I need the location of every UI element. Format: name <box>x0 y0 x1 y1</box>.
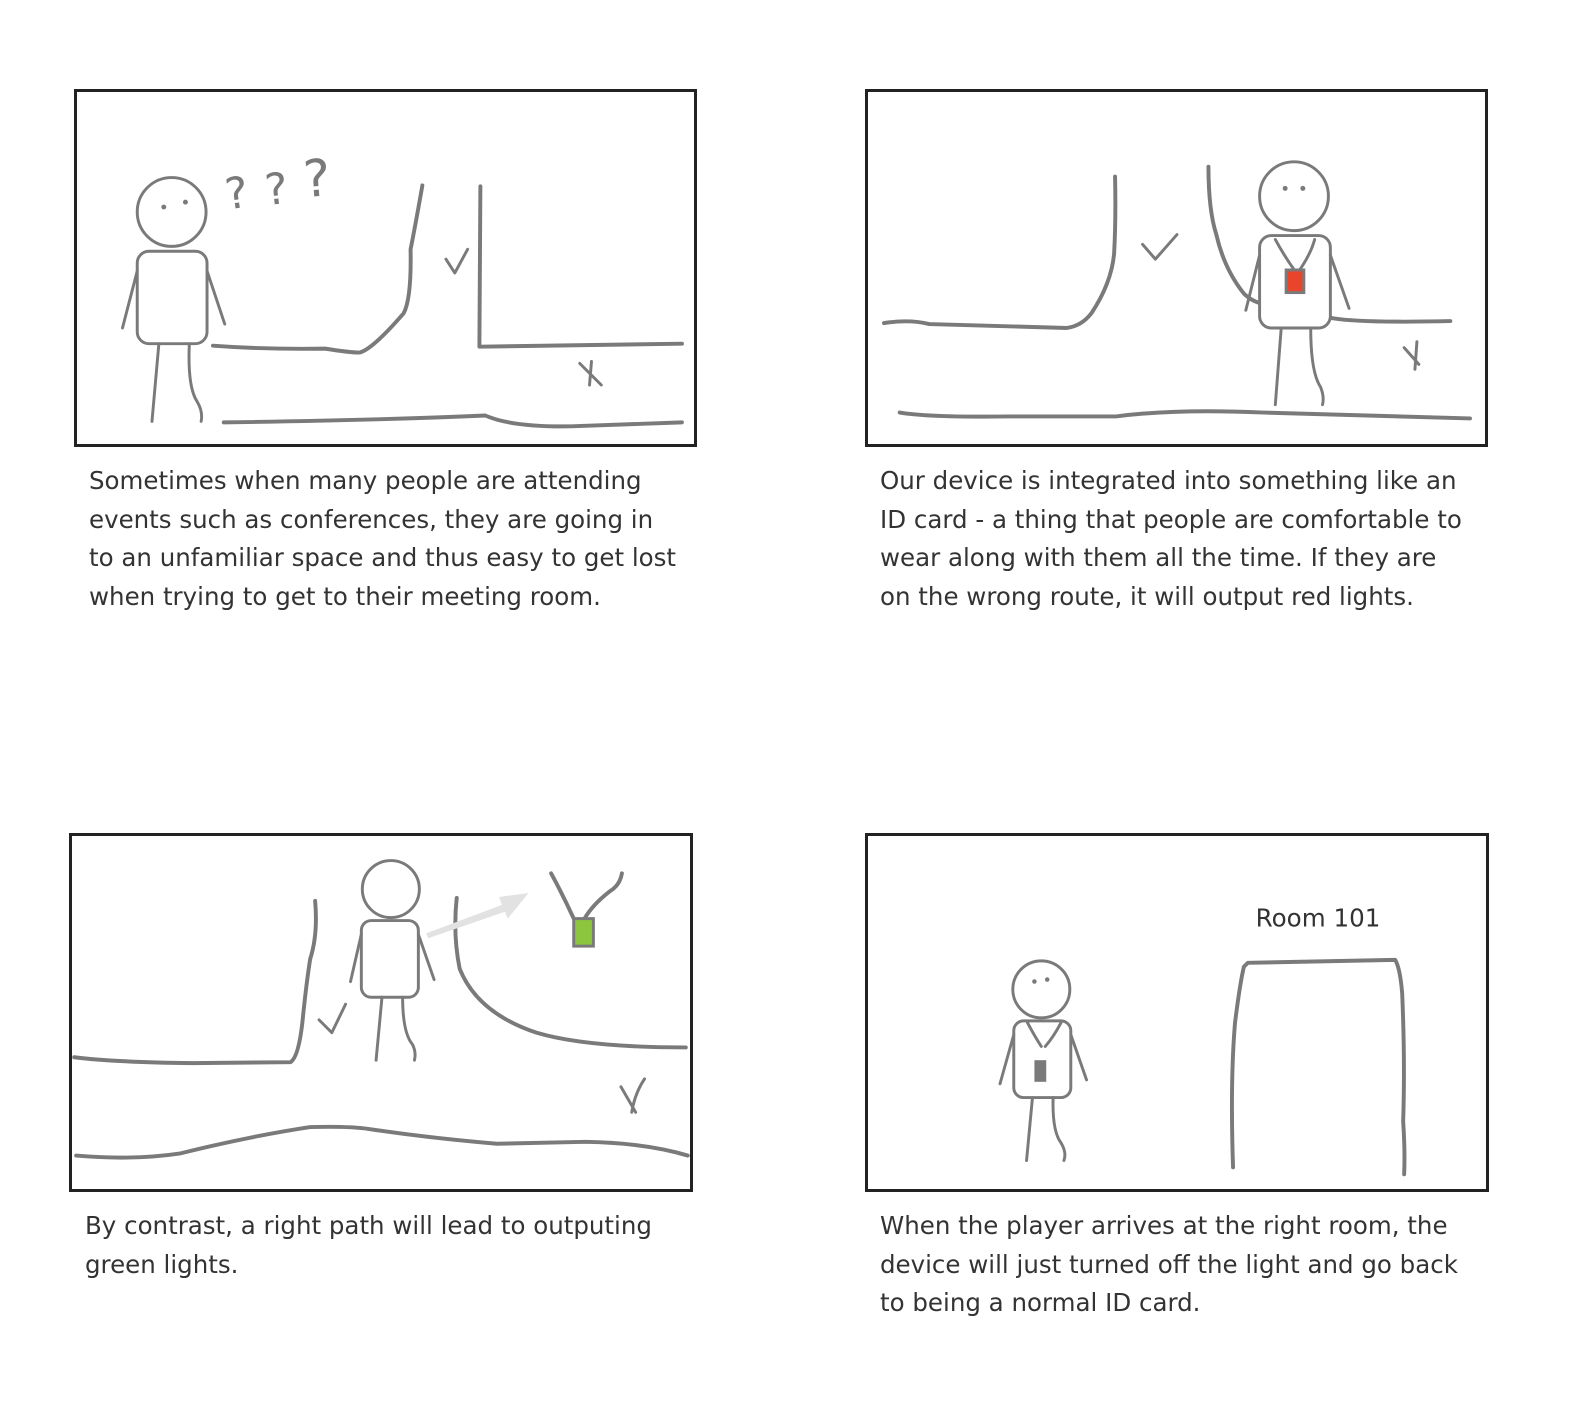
panel-4-sketch: Room 101 <box>998 903 1407 1177</box>
check-mark-icon <box>317 1002 348 1035</box>
cross-mark-icon <box>578 359 603 387</box>
green-light-badge <box>572 917 595 948</box>
caption-line: to an unfamiliar space and thus easy to … <box>89 543 677 573</box>
caption-line: when trying to get to their meeting room… <box>89 582 601 612</box>
caption-line: wear along with them all the time. If th… <box>880 543 1437 573</box>
caption-line: device will just turned off the light an… <box>880 1249 1458 1279</box>
green-id-card <box>549 871 624 948</box>
corridor-lower <box>221 413 684 429</box>
zoom-arrow-icon <box>426 893 529 939</box>
person-with-id-card <box>1244 160 1351 407</box>
question-mark-3: ? <box>301 149 332 210</box>
confused-person <box>121 176 227 423</box>
panel-2-sketch <box>882 160 1472 421</box>
person-arrived <box>998 959 1089 1162</box>
storyboard-panel-4: Room 101 <box>865 833 1489 1192</box>
check-mark-icon <box>1141 233 1179 261</box>
panel-4-caption: When the player arrives at the right roo… <box>880 1207 1458 1323</box>
corridor-lower <box>897 409 1472 421</box>
cross-mark-icon <box>1402 340 1421 371</box>
corridor-upper-left <box>72 898 318 1066</box>
lanyard <box>1026 1021 1063 1048</box>
corridor-upper-left <box>882 174 1118 330</box>
storyboard-panel-2 <box>865 89 1488 447</box>
panel-3-caption: By contrast, a right path will lead to o… <box>85 1207 652 1284</box>
red-light-badge <box>1284 268 1306 295</box>
caption-line: to being a normal ID card. <box>880 1288 1201 1318</box>
corridor-lower <box>74 1124 690 1160</box>
corridor-upper-right <box>477 184 684 349</box>
panel-1-sketch: ? ? ? <box>121 149 684 429</box>
panel-3-sketch <box>72 859 690 1160</box>
question-mark-1: ? <box>222 168 252 221</box>
caption-line: Sometimes when many people are attending <box>89 466 642 495</box>
caption-line: green lights. <box>85 1249 239 1279</box>
cross-mark-icon <box>619 1077 646 1114</box>
caption-line: on the wrong route, it will output red l… <box>880 582 1414 612</box>
caption-line: By contrast, a right path will lead to o… <box>85 1211 652 1240</box>
storyboard-panel-1: ? ? ? <box>74 89 697 447</box>
question-mark-2: ? <box>262 164 290 216</box>
room-label: Room 101 <box>1256 903 1381 932</box>
question-marks: ? ? ? <box>222 149 333 220</box>
caption-line: Our device is integrated into something … <box>880 466 1457 495</box>
caption-line: events such as conferences, they are goi… <box>89 504 654 534</box>
corridor-upper-right <box>453 895 688 1050</box>
panel-1-caption: Sometimes when many people are attending… <box>89 462 676 617</box>
storyboard-panel-3 <box>69 833 693 1192</box>
id-card-light-off <box>1034 1060 1047 1082</box>
caption-line: When the player arrives at the right roo… <box>880 1211 1448 1240</box>
person-walking <box>349 859 436 1062</box>
caption-line: ID card - a thing that people are comfor… <box>880 504 1462 534</box>
doorway <box>1229 957 1407 1177</box>
check-mark-icon <box>444 247 470 275</box>
panel-2-caption: Our device is integrated into something … <box>880 462 1462 617</box>
